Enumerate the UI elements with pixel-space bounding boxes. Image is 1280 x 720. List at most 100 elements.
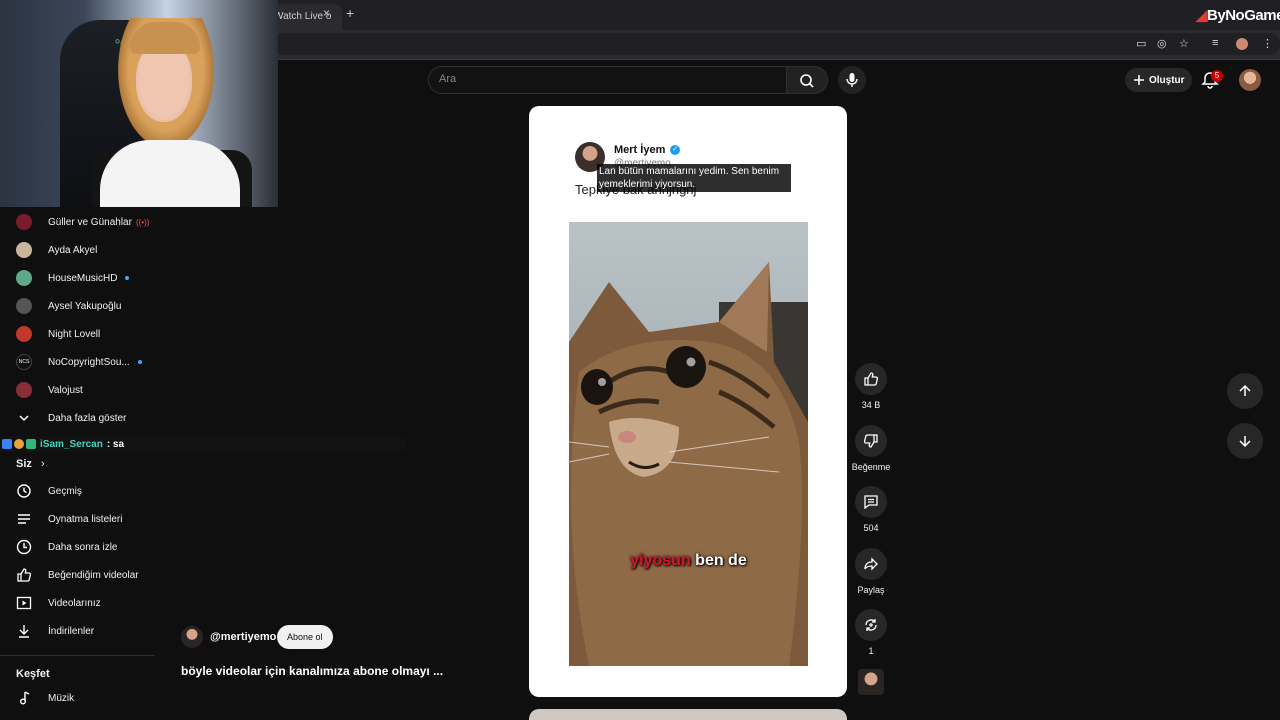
video-caption: Lan bütün mamalarını yedim. Sen benim ye… [597, 164, 791, 192]
arrow-up-icon [1239, 384, 1251, 396]
search-button[interactable] [786, 66, 828, 94]
sidebar-subscription[interactable]: Night Lovell [16, 324, 100, 344]
subscribe-button[interactable]: Abone ol [277, 625, 333, 649]
channel-avatar: NCS [16, 354, 32, 370]
sidebar-subscription[interactable]: Güller ve Günahlar ((•)) [16, 212, 149, 232]
sidebar-item-liked-videos[interactable]: Beğendiğim videolar [16, 565, 139, 585]
create-button[interactable]: Oluştur [1125, 68, 1192, 92]
channel-avatar [16, 298, 32, 314]
subtitle-highlight: yiyosun [630, 552, 691, 569]
sound-avatar[interactable] [858, 669, 884, 695]
thumbs-up-icon [864, 372, 879, 386]
dislike-label: Beğenme [851, 462, 891, 472]
arrow-down-icon [1239, 436, 1251, 448]
music-note-icon [16, 690, 32, 706]
chat-username: iSam_Sercan [40, 438, 103, 450]
channel-name: NoCopyrightSou... [48, 356, 130, 368]
previous-short-button[interactable] [1227, 373, 1263, 409]
share-button[interactable] [855, 548, 887, 580]
comments-button[interactable] [855, 486, 887, 518]
sidebar-item-label: Oynatma listeleri [48, 513, 123, 525]
next-short-button[interactable] [1227, 423, 1263, 459]
star-icon[interactable]: ☆ [1179, 37, 1189, 50]
sidebar-item-your-videos[interactable]: Videolarınız [16, 593, 101, 613]
you-heading[interactable]: Siz › [16, 458, 45, 470]
bynogame-logo: ◢ByNoGame [1196, 6, 1280, 24]
channel-avatar[interactable] [181, 626, 203, 648]
comment-count: 504 [863, 523, 879, 533]
short-video-player[interactable]: Mert İyem ✓ @mertiyemo Tepkiye bak ahhjh… [529, 106, 847, 697]
reading-list-icon[interactable]: ≡ [1212, 37, 1218, 49]
prime-badge-icon [2, 439, 12, 449]
sidebar-item-music[interactable]: Müzik [16, 688, 74, 708]
sub-badge-icon [26, 439, 36, 449]
sidebar-divider [0, 655, 155, 656]
share-icon [864, 557, 878, 571]
you-heading-label: Siz [16, 458, 32, 470]
bits-badge-icon [14, 439, 24, 449]
sidebar-item-playlists[interactable]: Oynatma listeleri [16, 509, 122, 529]
cat-illustration [569, 262, 808, 666]
streamer-webcam: ℃ [0, 0, 278, 207]
sidebar-item-label: Daha sonra izle [48, 541, 118, 553]
sidebar-subscription[interactable]: Valojust [16, 380, 83, 400]
download-icon [16, 623, 32, 639]
dislike-button[interactable] [855, 425, 887, 457]
sidebar-item-downloads[interactable]: İndirilenler [16, 621, 94, 641]
video-subtitle: yiyosun ben de [569, 552, 808, 570]
plus-icon [1134, 75, 1144, 85]
stream-chat-message: iSam_Sercan : sa [0, 436, 406, 452]
eye-off-icon[interactable]: ◎ [1157, 37, 1167, 50]
new-tab-icon[interactable]: + [346, 5, 354, 21]
notification-badge: 5 [1211, 70, 1223, 82]
cat-video-frame: yiyosun ben de [569, 222, 808, 666]
channel-handle[interactable]: @mertiyemo [210, 631, 276, 643]
chat-text: : sa [106, 438, 125, 450]
account-avatar[interactable] [1239, 69, 1261, 91]
channel-avatar [16, 214, 32, 230]
live-icon: ((•)) [135, 217, 150, 227]
chevron-down-icon [16, 410, 32, 426]
channel-avatar [16, 326, 32, 342]
tab-close-icon[interactable]: × [323, 6, 330, 20]
streamer-shirt [100, 140, 240, 207]
sidebar-subscription[interactable]: Aysel Yakupoğlu [16, 296, 121, 316]
streamer-fringe [130, 22, 200, 54]
kebab-menu-icon[interactable]: ⋮ [1262, 37, 1273, 50]
profile-avatar-icon[interactable] [1236, 38, 1248, 50]
next-short-preview[interactable] [529, 709, 847, 720]
channel-avatar [16, 242, 32, 258]
clock-icon [16, 539, 32, 555]
omnibox[interactable] [270, 33, 1280, 55]
chevron-right-icon: › [40, 458, 45, 470]
share-label: Paylaş [857, 585, 885, 595]
sidebar-subscription[interactable]: Ayda Akyel [16, 240, 97, 260]
sidebar-item-label: Müzik [48, 692, 75, 704]
brand-text: ByNoGame [1207, 7, 1280, 24]
sidebar-item-label: İndirilenler [48, 625, 95, 637]
remix-button[interactable] [855, 609, 887, 641]
channel-name: Ayda Akyel [48, 244, 98, 256]
search-input[interactable] [439, 73, 779, 85]
tweet-author: Mert İyem [614, 144, 666, 156]
show-more-button[interactable]: Daha fazla göster [16, 408, 126, 428]
cast-icon[interactable]: ▭ [1136, 37, 1146, 50]
new-content-dot [137, 360, 142, 364]
voice-search-button[interactable] [838, 66, 866, 94]
comment-icon [864, 495, 878, 510]
channel-name: Güller ve Günahlar [48, 216, 132, 228]
short-title[interactable]: böyle videolar için kanalımıza abone olm… [181, 664, 443, 678]
search-box [428, 66, 788, 94]
like-button[interactable] [855, 363, 887, 395]
remix-count: 1 [868, 646, 874, 656]
show-more-label: Daha fazla göster [48, 412, 127, 424]
channel-name: HouseMusicHD [48, 272, 118, 284]
sidebar-subscription[interactable]: HouseMusicHD [16, 268, 130, 288]
sidebar-item-watch-later[interactable]: Daha sonra izle [16, 537, 117, 557]
sidebar-item-history[interactable]: Geçmiş [16, 481, 82, 501]
sidebar-subscription[interactable]: NCS NoCopyrightSou... [16, 352, 142, 372]
thumbs-down-icon [863, 434, 878, 448]
sidebar-item-label: Geçmiş [48, 485, 82, 497]
streamer-face [136, 42, 192, 122]
new-content-dot [125, 276, 130, 280]
